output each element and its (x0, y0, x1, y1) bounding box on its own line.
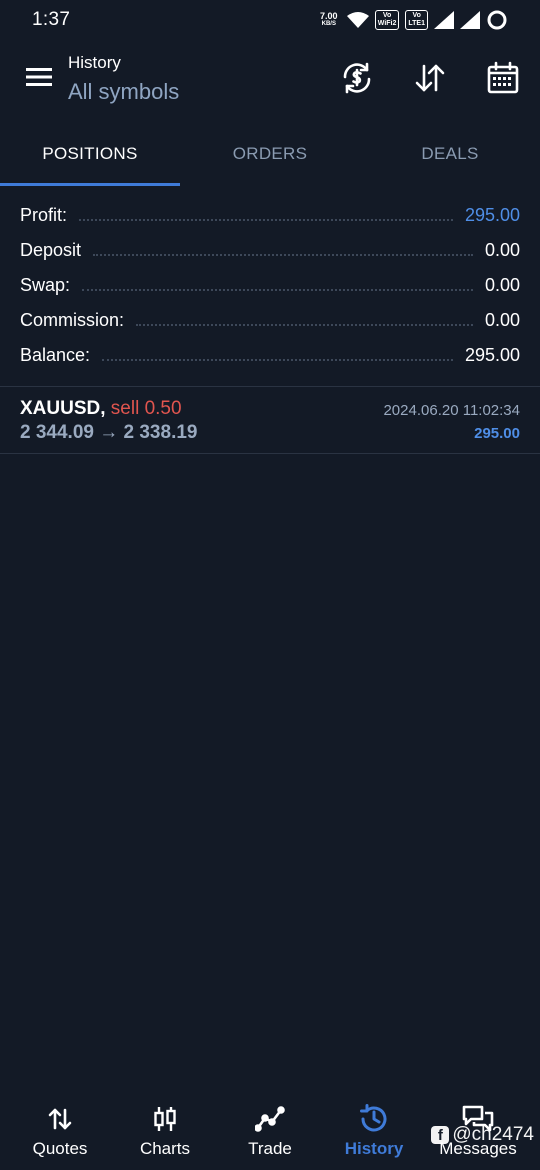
history-icon (358, 1104, 390, 1134)
calendar-icon (486, 61, 520, 100)
sim1-badge: Vo WiFi2 (374, 10, 400, 30)
nav-quotes[interactable]: Quotes (8, 1090, 112, 1170)
nav-label: Charts (139, 1139, 191, 1158)
sim2-badge-bottom: LTE1 (408, 20, 425, 27)
nav-label: Quotes (32, 1139, 88, 1158)
summary-label: Commission: (20, 310, 125, 330)
summary-value: 0.00 (484, 310, 520, 330)
quotes-icon (47, 1104, 73, 1134)
trade-icon (255, 1104, 285, 1134)
sort-button[interactable] (410, 60, 450, 100)
position-prices: 2 344.09 → 2 338.19 (20, 422, 198, 443)
sim2-badge: Vo LTE1 (405, 10, 428, 30)
network-speed-unit: KB/S (321, 21, 336, 27)
summary-value: 295.00 (464, 205, 520, 225)
divider (0, 453, 540, 454)
summary-label: Balance: (20, 345, 91, 365)
tab-deals[interactable]: DEALS (360, 120, 540, 188)
summary-value: 295.00 (464, 345, 520, 365)
tab-bar: POSITIONS ORDERS DEALS (0, 120, 540, 188)
summary-label: Profit: (20, 205, 68, 225)
nav-charts[interactable]: Charts (113, 1090, 217, 1170)
summary-label: Swap: (20, 275, 71, 295)
position-row[interactable]: XAUUSD, sell 0.50 2 344.09 → 2 338.19 20… (0, 388, 540, 454)
summary-value: 0.00 (484, 275, 520, 295)
summary-row-commission: Commission: 0.00 (0, 303, 540, 338)
summary-label: Deposit (20, 240, 82, 260)
page-title: History (68, 53, 121, 72)
battery-ring-icon (486, 9, 508, 31)
summary-value: 0.00 (484, 240, 520, 260)
position-side: sell 0.50 (110, 398, 182, 419)
sort-icon (413, 61, 447, 100)
dotted-leader (79, 218, 453, 221)
status-bar: 1:37 7.00 KB/S Vo WiFi2 Vo LTE1 (0, 0, 540, 40)
position-symbol: XAUUSD, (20, 398, 106, 419)
dotted-leader (136, 323, 473, 326)
nav-label: History (344, 1139, 404, 1158)
candlestick-icon (152, 1104, 178, 1134)
sim2-badge-top: Vo (412, 12, 421, 19)
status-icons: 7.00 KB/S Vo WiFi2 Vo LTE1 (317, 9, 508, 31)
menu-button[interactable] (20, 60, 58, 98)
dotted-leader (102, 358, 453, 361)
screen: 1:37 7.00 KB/S Vo WiFi2 Vo LTE1 History … (0, 0, 540, 1170)
network-speed: 7.00 KB/S (317, 12, 341, 28)
nav-label: Trade (248, 1139, 292, 1158)
facebook-icon: f (431, 1126, 450, 1144)
sim1-badge-bottom: WiFi2 (377, 20, 397, 27)
divider (0, 386, 540, 387)
position-profit: 295.00 (474, 425, 520, 442)
summary-row-profit: Profit: 295.00 (0, 198, 540, 233)
app-bar: History All symbols (0, 40, 540, 120)
tab-orders[interactable]: ORDERS (180, 120, 360, 188)
wifi-icon (346, 11, 369, 29)
status-time: 1:37 (32, 9, 71, 30)
position-datetime: 2024.06.20 11:02:34 (383, 402, 520, 419)
currency-sync-button[interactable] (337, 60, 377, 100)
nav-trade[interactable]: Trade (218, 1090, 322, 1170)
signal-icon (460, 11, 480, 29)
tab-positions[interactable]: POSITIONS (0, 120, 180, 188)
summary-row-deposit: Deposit 0.00 (0, 233, 540, 268)
currency-sync-icon (340, 61, 374, 100)
nav-history[interactable]: History (322, 1090, 426, 1170)
watermark-text: @ch2474 (452, 1124, 534, 1145)
calendar-button[interactable] (483, 60, 523, 100)
summary-row-balance: Balance: 295.00 (0, 338, 540, 373)
position-title: XAUUSD, sell 0.50 (20, 398, 182, 420)
signal-icon (434, 11, 454, 29)
watermark: f @ch2474 (431, 1124, 534, 1146)
dotted-leader (82, 288, 473, 291)
dotted-leader (93, 253, 473, 256)
network-speed-value: 7.00 (320, 11, 338, 21)
summary-panel: Profit: 295.00 Deposit 0.00 Swap: 0.00 C… (0, 198, 540, 373)
sim1-badge-top: Vo (382, 12, 392, 19)
summary-row-swap: Swap: 0.00 (0, 268, 540, 303)
symbol-filter[interactable]: All symbols (68, 79, 179, 105)
menu-icon (25, 66, 53, 93)
